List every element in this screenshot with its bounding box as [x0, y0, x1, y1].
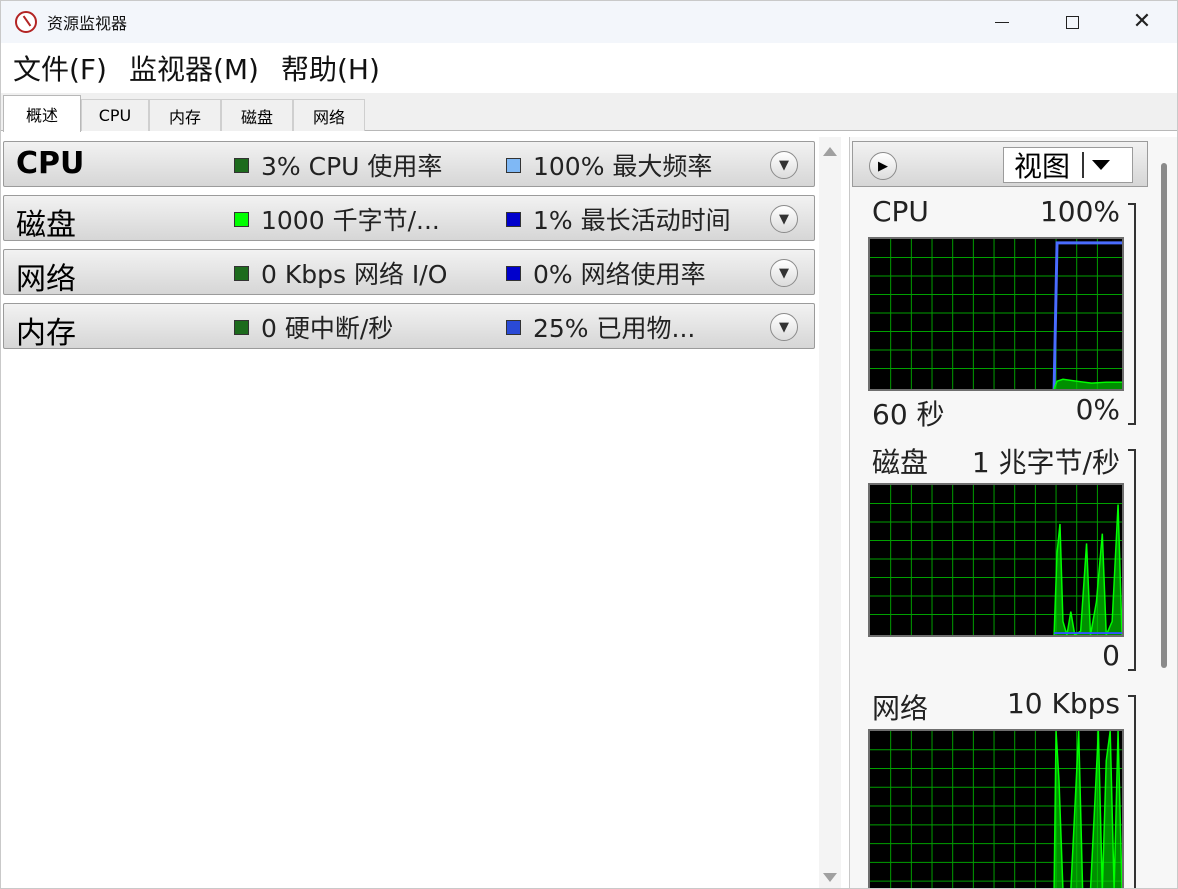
legend-swatch: [234, 265, 249, 281]
section-metric-primary: 1000 千字节/...: [234, 196, 440, 242]
graph-max-label: 1 兆字节/秒: [971, 446, 1120, 479]
tab-bar: 概述 CPU 内存 磁盘 网络: [1, 93, 1177, 132]
section-disk[interactable]: 磁盘 1000 千字节/... 1% 最长活动时间 ▼: [3, 195, 815, 243]
metric-text: 3% CPU 使用率: [261, 152, 443, 181]
chevron-down-icon[interactable]: ▼: [770, 259, 798, 287]
tab-network[interactable]: 网络: [293, 99, 365, 131]
tab-cpu[interactable]: CPU: [81, 99, 149, 131]
disk-graph-svg: [870, 485, 1122, 635]
legend-swatch: [234, 157, 249, 173]
network-graph-svg: [870, 731, 1122, 888]
metric-text: 0% 网络使用率: [533, 260, 706, 289]
title-bar: 资源监视器 ✕: [1, 1, 1177, 43]
section-network[interactable]: 网络 0 Kbps 网络 I/O 0% 网络使用率 ▼: [3, 249, 815, 297]
resource-monitor-icon: [15, 11, 37, 33]
caret-down-icon: [1092, 160, 1111, 170]
section-metric-secondary: 25% 已用物...: [506, 304, 695, 350]
graph-panel: ▶ 视图 CPU 100% 60 秒 0% 磁盘 1 兆字节/秒 0 网络 10…: [849, 137, 1151, 888]
close-button[interactable]: ✕: [1107, 1, 1177, 43]
menu-bar: 文件(F) 监视器(M) 帮助(H): [1, 43, 1177, 93]
chevron-down-icon[interactable]: ▼: [770, 313, 798, 341]
section-metric-secondary: 100% 最大频率: [506, 142, 712, 188]
graph-max-label: 10 Kbps: [1006, 687, 1120, 720]
tab-disk[interactable]: 磁盘: [221, 99, 293, 131]
maximize-icon: [1065, 15, 1079, 29]
menu-monitor[interactable]: 监视器(M): [129, 48, 259, 88]
metric-text: 100% 最大频率: [533, 152, 713, 181]
graph-title: 网络: [872, 692, 929, 725]
view-dropdown[interactable]: 视图: [1003, 147, 1133, 183]
section-title: 内存: [16, 316, 76, 351]
minimize-icon: [995, 21, 1009, 23]
legend-swatch: [506, 211, 521, 227]
section-title: 网络: [16, 262, 76, 297]
graph-bracket: [1128, 203, 1136, 425]
scroll-up-icon[interactable]: [823, 147, 837, 156]
graph-canvas: [868, 237, 1124, 391]
legend-swatch: [234, 319, 249, 335]
graph-bracket: [1128, 449, 1136, 671]
section-metric-primary: 0 Kbps 网络 I/O: [234, 250, 447, 296]
section-title: CPU: [16, 146, 85, 181]
section-metric-primary: 0 硬中断/秒: [234, 304, 393, 350]
section-memory[interactable]: 内存 0 硬中断/秒 25% 已用物... ▼: [3, 303, 815, 351]
window-title: 资源监视器: [47, 14, 128, 33]
graph-time-label: 60 秒: [872, 398, 945, 431]
legend-swatch: [506, 265, 521, 281]
graph-title: CPU: [872, 195, 929, 228]
chevron-right-icon[interactable]: ▶: [869, 152, 897, 180]
minimize-button[interactable]: [967, 1, 1037, 43]
right-scrollbar[interactable]: [1151, 137, 1177, 888]
disk-graph: 磁盘 1 兆字节/秒 0: [868, 439, 1138, 679]
graph-min-label: 0%: [1075, 393, 1120, 426]
resource-monitor-window: 资源监视器 ✕ 文件(F) 监视器(M) 帮助(H) 概述 CPU 内存 磁盘 …: [0, 0, 1178, 889]
menu-help[interactable]: 帮助(H): [281, 48, 380, 88]
metric-text: 1% 最长活动时间: [533, 206, 731, 235]
maximize-button[interactable]: [1037, 1, 1107, 43]
graph-title: 磁盘: [872, 446, 929, 479]
legend-swatch: [506, 157, 521, 173]
chevron-down-icon[interactable]: ▼: [770, 151, 798, 179]
graph-bracket: [1128, 695, 1136, 888]
network-graph: 网络 10 Kbps: [868, 685, 1138, 888]
section-title: 磁盘: [16, 208, 76, 243]
graph-min-label: 0: [1102, 639, 1120, 672]
cpu-graph-svg: [870, 239, 1122, 389]
view-separator: [1082, 152, 1085, 178]
section-metric-secondary: 1% 最长活动时间: [506, 196, 731, 242]
graph-panel-header: ▶ 视图: [852, 141, 1148, 187]
metric-text: 25% 已用物...: [533, 314, 696, 343]
legend-swatch: [506, 319, 521, 335]
section-cpu[interactable]: CPU 3% CPU 使用率 100% 最大频率 ▼: [3, 141, 815, 187]
section-metric-primary: 3% CPU 使用率: [234, 142, 442, 188]
graph-max-label: 100%: [1039, 195, 1120, 228]
left-scrollbar[interactable]: [819, 137, 841, 888]
legend-swatch: [234, 211, 249, 227]
view-label: 视图: [1014, 150, 1071, 183]
metric-text: 0 硬中断/秒: [261, 314, 394, 343]
cpu-graph: CPU 100% 60 秒 0%: [868, 193, 1138, 433]
scroll-down-icon[interactable]: [823, 873, 837, 882]
chevron-down-icon[interactable]: ▼: [770, 205, 798, 233]
close-icon: ✕: [1132, 9, 1152, 34]
menu-file[interactable]: 文件(F): [13, 48, 107, 88]
tab-memory[interactable]: 内存: [149, 99, 221, 131]
metric-text: 0 Kbps 网络 I/O: [261, 260, 448, 289]
metric-text: 1000 千字节/...: [261, 206, 440, 235]
tab-overview[interactable]: 概述: [3, 95, 81, 132]
overview-sections: CPU 3% CPU 使用率 100% 最大频率 ▼ 磁盘 1000 千字节/.…: [1, 137, 819, 888]
graph-canvas: [868, 483, 1124, 637]
section-metric-secondary: 0% 网络使用率: [506, 250, 706, 296]
scrollbar-thumb[interactable]: [1161, 163, 1167, 668]
graph-canvas: [868, 729, 1124, 888]
